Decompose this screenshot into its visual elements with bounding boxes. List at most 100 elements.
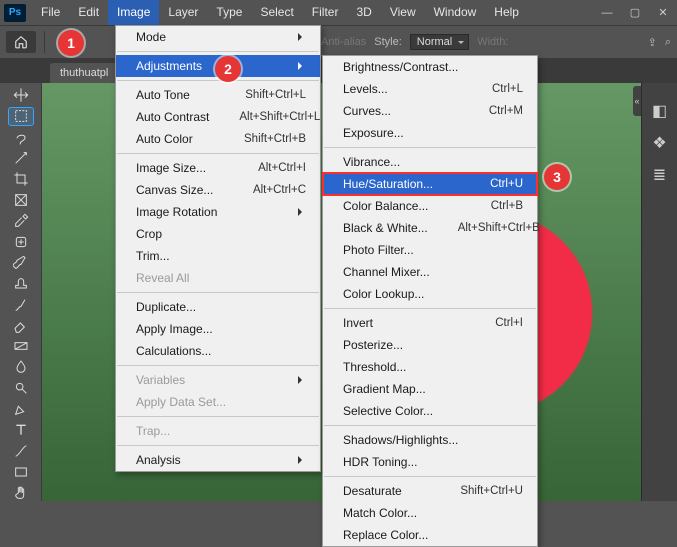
- menu-item-label: Threshold...: [343, 359, 523, 375]
- menu-type[interactable]: Type: [207, 0, 251, 25]
- pen-tool[interactable]: [9, 401, 33, 418]
- crop-tool[interactable]: [9, 171, 33, 188]
- eyedropper-tool[interactable]: [9, 212, 33, 229]
- panel-properties-icon[interactable]: ◧: [652, 101, 667, 121]
- document-tab[interactable]: thuthuatpl: [50, 63, 118, 83]
- minimize-button[interactable]: —: [593, 0, 621, 25]
- adjust-menu-channel-mixer[interactable]: Channel Mixer...: [323, 261, 537, 283]
- adjust-menu-curves[interactable]: Curves...Ctrl+M: [323, 100, 537, 122]
- menu-help[interactable]: Help: [485, 0, 528, 25]
- menu-item-label: Curves...: [343, 103, 489, 119]
- image-menu-canvas-size[interactable]: Canvas Size...Alt+Ctrl+C: [116, 179, 320, 201]
- image-menu-calculations[interactable]: Calculations...: [116, 340, 320, 362]
- menu-layer[interactable]: Layer: [159, 0, 207, 25]
- toolbox: [0, 83, 42, 501]
- type-tool[interactable]: [9, 422, 33, 439]
- menu-item-shortcut: Ctrl+M: [489, 103, 523, 119]
- adjust-menu-exposure[interactable]: Exposure...: [323, 122, 537, 144]
- adjust-menu-levels[interactable]: Levels...Ctrl+L: [323, 78, 537, 100]
- menu-item-label: Trap...: [136, 423, 306, 439]
- menu-edit[interactable]: Edit: [69, 0, 108, 25]
- eraser-tool[interactable]: [9, 317, 33, 334]
- history-tool[interactable]: [9, 296, 33, 313]
- adjust-menu-shadows-highlights[interactable]: Shadows/Highlights...: [323, 429, 537, 451]
- image-menu-auto-tone[interactable]: Auto ToneShift+Ctrl+L: [116, 84, 320, 106]
- adjust-menu-desaturate[interactable]: DesaturateShift+Ctrl+U: [323, 480, 537, 502]
- adjust-menu-color-balance[interactable]: Color Balance...Ctrl+B: [323, 195, 537, 217]
- close-button[interactable]: ✕: [649, 0, 677, 25]
- menu-item-label: Adjustments: [136, 58, 290, 74]
- frame-tool[interactable]: [9, 192, 33, 209]
- menu-3d[interactable]: 3D: [347, 0, 380, 25]
- move-tool[interactable]: [9, 87, 33, 104]
- style-select[interactable]: Normal: [410, 34, 469, 50]
- adjust-menu-gradient-map[interactable]: Gradient Map...: [323, 378, 537, 400]
- panel-channels-icon[interactable]: ≣: [653, 165, 666, 185]
- menu-view[interactable]: View: [381, 0, 425, 25]
- adjust-menu-hdr-toning[interactable]: HDR Toning...: [323, 451, 537, 473]
- adjust-menu-black-white[interactable]: Black & White...Alt+Shift+Ctrl+B: [323, 217, 537, 239]
- dodge-tool[interactable]: [9, 380, 33, 397]
- image-menu-duplicate[interactable]: Duplicate...: [116, 296, 320, 318]
- menu-item-shortcut: Alt+Shift+Ctrl+B: [458, 220, 540, 236]
- image-menu-reveal-all: Reveal All: [116, 267, 320, 289]
- image-menu-mode[interactable]: Mode: [116, 26, 320, 48]
- marquee-tool[interactable]: [9, 108, 33, 125]
- stamp-tool[interactable]: [9, 275, 33, 292]
- lasso-tool[interactable]: [9, 129, 33, 146]
- share-icon[interactable]: ⇪: [648, 36, 657, 49]
- menu-filter[interactable]: Filter: [303, 0, 348, 25]
- image-menu-apply-data-set: Apply Data Set...: [116, 391, 320, 413]
- adjust-menu-threshold[interactable]: Threshold...: [323, 356, 537, 378]
- image-menu-trim[interactable]: Trim...: [116, 245, 320, 267]
- adjust-menu-posterize[interactable]: Posterize...: [323, 334, 537, 356]
- menu-item-label: Apply Image...: [136, 321, 306, 337]
- heal-tool[interactable]: [9, 233, 33, 250]
- search-icon[interactable]: ⌕: [665, 36, 671, 49]
- gradient-tool[interactable]: [9, 338, 33, 355]
- rect-tool[interactable]: [9, 463, 33, 480]
- menu-window[interactable]: Window: [425, 0, 486, 25]
- adjust-menu-hue-saturation[interactable]: Hue/Saturation...Ctrl+U: [323, 173, 537, 195]
- path-tool[interactable]: [9, 442, 33, 459]
- menu-item-shortcut: Alt+Ctrl+C: [253, 182, 306, 198]
- menu-item-label: Auto Color: [136, 131, 244, 147]
- adjust-menu-invert[interactable]: InvertCtrl+I: [323, 312, 537, 334]
- home-icon[interactable]: [6, 31, 36, 53]
- adjust-menu-color-lookup[interactable]: Color Lookup...: [323, 283, 537, 305]
- menu-image: ModeAdjustmentsAuto ToneShift+Ctrl+LAuto…: [115, 25, 321, 472]
- brush-tool[interactable]: [9, 254, 33, 271]
- image-menu-crop[interactable]: Crop: [116, 223, 320, 245]
- menu-image[interactable]: Image: [108, 0, 159, 25]
- menu-item-shortcut: Alt+Ctrl+I: [258, 160, 306, 176]
- menu-item-label: Duplicate...: [136, 299, 306, 315]
- image-menu-image-rotation[interactable]: Image Rotation: [116, 201, 320, 223]
- panel-layers-icon[interactable]: ❖: [652, 133, 666, 153]
- image-menu-image-size[interactable]: Image Size...Alt+Ctrl+I: [116, 157, 320, 179]
- menu-item-label: Image Size...: [136, 160, 258, 176]
- panel-expand-icon[interactable]: «: [633, 86, 641, 116]
- menu-item-label: Desaturate: [343, 483, 460, 499]
- adjust-menu-photo-filter[interactable]: Photo Filter...: [323, 239, 537, 261]
- menu-item-shortcut: Ctrl+I: [495, 315, 523, 331]
- hand-tool[interactable]: [9, 484, 33, 501]
- image-menu-auto-contrast[interactable]: Auto ContrastAlt+Shift+Ctrl+L: [116, 106, 320, 128]
- blur-tool[interactable]: [9, 359, 33, 376]
- adjust-menu-brightness-contrast[interactable]: Brightness/Contrast...: [323, 56, 537, 78]
- menu-item-shortcut: Ctrl+L: [492, 81, 523, 97]
- wand-tool[interactable]: [9, 150, 33, 167]
- image-menu-analysis[interactable]: Analysis: [116, 449, 320, 471]
- adjust-menu-replace-color[interactable]: Replace Color...: [323, 524, 537, 546]
- maximize-button[interactable]: ▢: [621, 0, 649, 25]
- adjust-menu-match-color[interactable]: Match Color...: [323, 502, 537, 524]
- menu-item-label: Color Lookup...: [343, 286, 523, 302]
- menu-item-label: Shadows/Highlights...: [343, 432, 523, 448]
- image-menu-auto-color[interactable]: Auto ColorShift+Ctrl+B: [116, 128, 320, 150]
- image-menu-apply-image[interactable]: Apply Image...: [116, 318, 320, 340]
- menu-item-label: Hue/Saturation...: [343, 176, 490, 192]
- adjust-menu-vibrance[interactable]: Vibrance...: [323, 151, 537, 173]
- adjust-menu-selective-color[interactable]: Selective Color...: [323, 400, 537, 422]
- menu-select[interactable]: Select: [251, 0, 302, 25]
- menu-adjustments: Brightness/Contrast...Levels...Ctrl+LCur…: [322, 55, 538, 547]
- menu-file[interactable]: File: [32, 0, 69, 25]
